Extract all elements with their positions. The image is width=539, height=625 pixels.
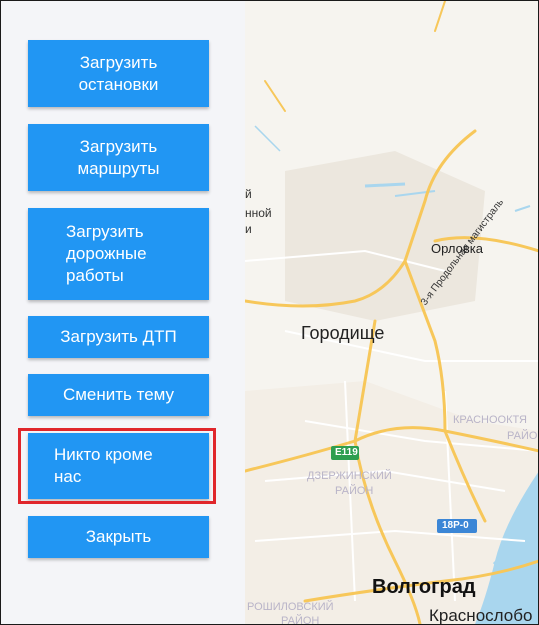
sidebar: Загрузить остановки Загрузить маршруты З… — [1, 1, 245, 624]
app-window: Загрузить остановки Загрузить маршруты З… — [0, 0, 539, 625]
load-stops-button[interactable]: Загрузить остановки — [28, 40, 209, 107]
change-theme-button[interactable]: Сменить тему — [28, 374, 209, 416]
load-routes-button[interactable]: Загрузить маршруты — [28, 124, 209, 191]
road-e119-label: E119 — [335, 447, 358, 458]
partial-label-2: нной — [245, 206, 272, 220]
district-voroshilovsky-2: РАЙОН — [281, 615, 320, 625]
map-view[interactable]: й нной и Орловка 3-я Продольная магистра… — [245, 1, 539, 625]
place-gorodishche: Городище — [301, 323, 385, 343]
selection-highlight-box — [18, 428, 216, 504]
load-accidents-button[interactable]: Загрузить ДТП — [28, 316, 209, 358]
load-roadworks-button[interactable]: Загрузить дорожные работы — [28, 208, 209, 300]
district-krasnooktyabrsky-2: РАЙО — [507, 430, 538, 442]
close-button[interactable]: Закрыть — [28, 516, 209, 558]
partial-label-3: и — [245, 222, 252, 236]
district-voroshilovsky: РОШИЛОВСКИЙ — [247, 601, 334, 613]
place-volgograd: Волгоград — [372, 576, 476, 598]
map-canvas[interactable] — [245, 1, 539, 624]
district-dzerzhinsky: ДЗЕРЖИНСКИЙ — [307, 470, 392, 482]
place-krasnoslobodsk: Краснослобо — [429, 606, 533, 625]
district-krasnooktyabrsky: КРАСНООКТЯ — [453, 414, 527, 426]
district-dzerzhinsky-2: РАЙОН — [335, 485, 374, 497]
road-r18-label: 18Р-0 — [442, 520, 469, 531]
partial-label-1: й — [245, 187, 252, 201]
